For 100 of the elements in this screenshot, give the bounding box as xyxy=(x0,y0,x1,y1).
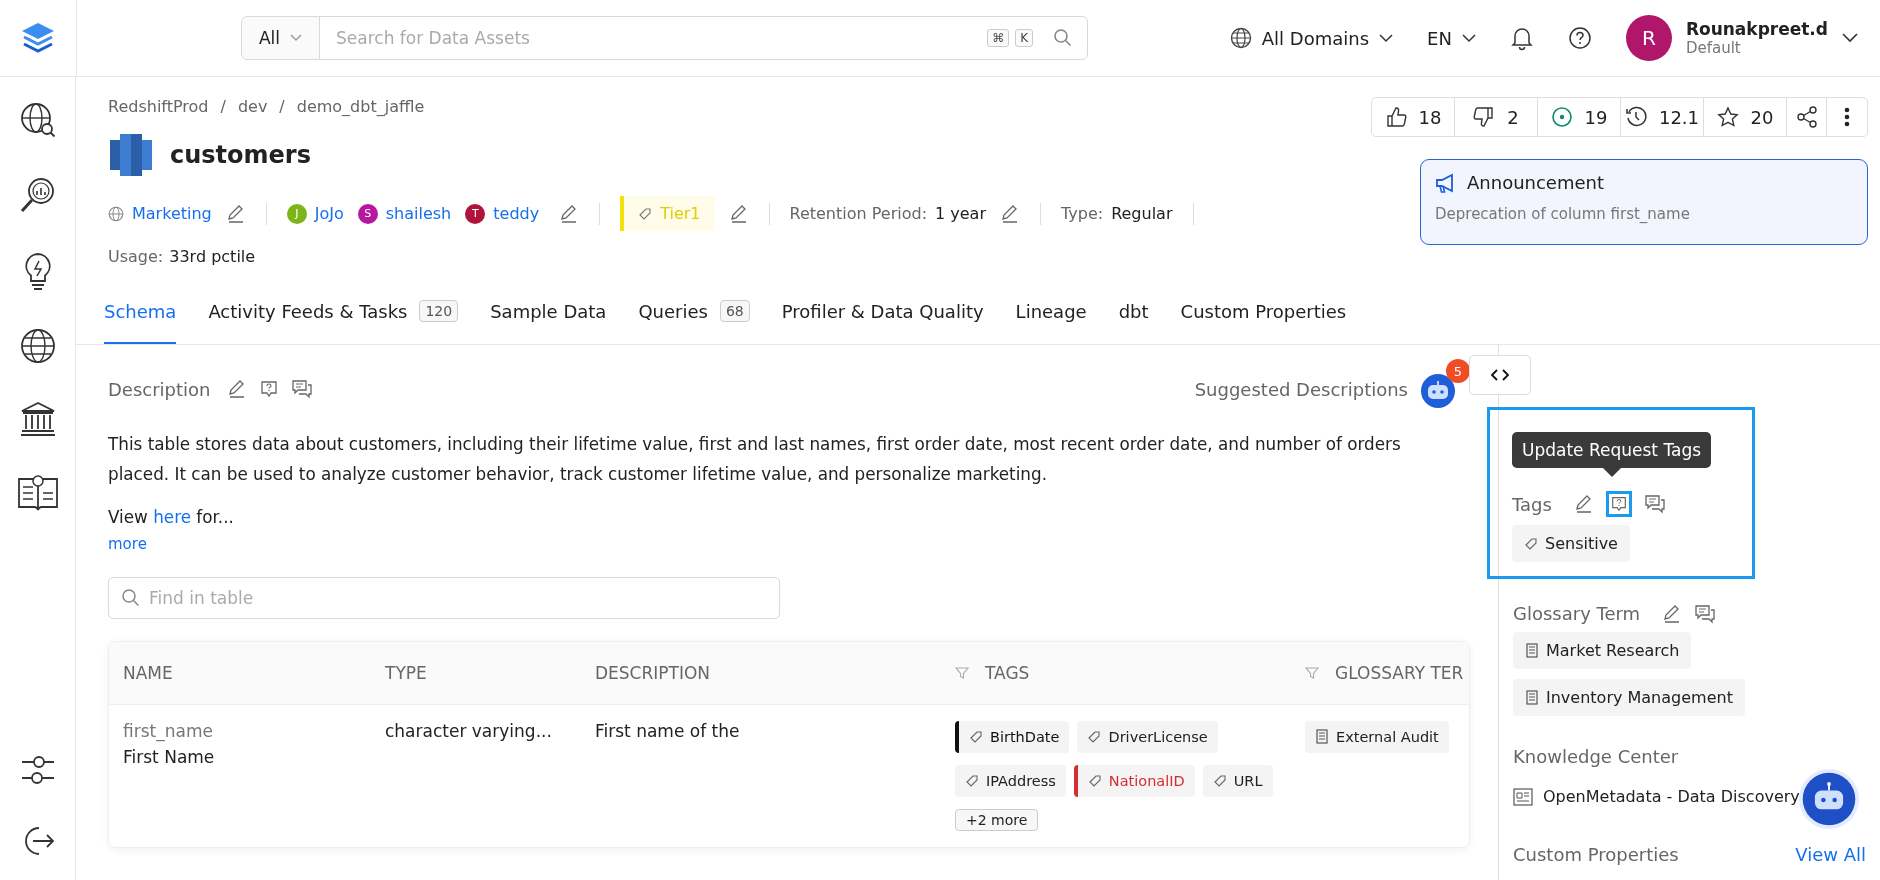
usage-label: Usage: xyxy=(108,247,164,266)
globe-icon[interactable] xyxy=(18,327,57,365)
edit-icon[interactable] xyxy=(1573,494,1594,514)
book-icon xyxy=(1315,729,1329,745)
tab[interactable]: Queries 68 xyxy=(638,280,750,344)
breadcrumb-link[interactable]: dev xyxy=(237,97,268,116)
breadcrumb-link[interactable]: RedshiftProd xyxy=(108,97,209,116)
user-role: Default xyxy=(1685,39,1742,57)
domain-dropdown[interactable]: All Domains xyxy=(1229,27,1394,49)
edit-icon[interactable] xyxy=(226,379,247,399)
search-icon xyxy=(121,588,141,608)
book-icon xyxy=(1525,642,1539,659)
tab[interactable]: Sample Data xyxy=(490,280,607,344)
tab[interactable]: Custom Properties xyxy=(1180,280,1347,344)
request-button[interactable] xyxy=(1605,491,1632,517)
thumbs-up-icon xyxy=(1384,106,1407,128)
robot-icon[interactable] xyxy=(1420,373,1456,409)
retention-value: 1 year xyxy=(935,204,986,223)
tab[interactable]: Schema xyxy=(104,280,177,344)
star-button[interactable]: 20 xyxy=(1704,98,1787,136)
bell-icon[interactable] xyxy=(1509,25,1534,51)
tab[interactable]: Lineage xyxy=(1015,280,1087,344)
tag-chip[interactable]: URL xyxy=(1202,765,1273,797)
edit-icon[interactable] xyxy=(728,203,749,224)
breadcrumb-link[interactable]: demo_dbt_jaffle xyxy=(296,97,425,116)
suggested-descriptions-label[interactable]: Suggested Descriptions xyxy=(1194,378,1408,400)
type-value: Regular xyxy=(1111,204,1173,223)
view-all-link[interactable]: View All xyxy=(1795,844,1866,865)
column-name: first_name xyxy=(123,721,214,741)
glossary-chip[interactable]: Inventory Management xyxy=(1513,679,1745,716)
search-scope-select[interactable]: All xyxy=(242,17,320,59)
tag-chip[interactable]: IPAddress xyxy=(955,765,1066,797)
question-bubble-icon xyxy=(1609,495,1628,513)
owner-link[interactable]: JoJo xyxy=(314,204,344,223)
column-header: TYPE xyxy=(385,663,427,683)
help-icon[interactable] xyxy=(1567,26,1592,50)
tag-icon xyxy=(638,206,653,221)
search-icon[interactable] xyxy=(1053,28,1073,48)
logo-icon[interactable] xyxy=(20,21,56,55)
tab[interactable]: dbt xyxy=(1118,280,1149,344)
comment-icon[interactable] xyxy=(290,379,313,399)
tab[interactable]: Profiler & Data Quality xyxy=(781,280,984,344)
keyboard-key: K xyxy=(1015,29,1033,47)
data-type: character varying... xyxy=(385,721,553,741)
tab[interactable]: Activity Feeds & Tasks 120 xyxy=(208,280,459,344)
edit-icon[interactable] xyxy=(1000,203,1020,224)
edit-icon[interactable] xyxy=(225,203,246,224)
owner-avatar: S xyxy=(357,203,378,224)
globe-search-icon[interactable] xyxy=(18,101,57,139)
glossary-chip[interactable]: External Audit xyxy=(1305,721,1449,753)
star-icon xyxy=(1716,106,1739,128)
follow-button[interactable]: 19 xyxy=(1538,98,1621,136)
kebab-icon xyxy=(1843,106,1851,128)
more-link[interactable]: more xyxy=(108,535,147,553)
tab-count: 68 xyxy=(719,300,750,322)
description-text: This table stores data about customers, including their lifetime value, first and last names, first order date, most recent order date, and number of orders placed. It can be used to analyze customer behavior, track customer lifetime value, and personalize marketing. xyxy=(108,433,1402,486)
globe-icon xyxy=(1229,27,1252,49)
breadcrumb-separator: / xyxy=(220,97,226,116)
glossary-title: Glossary Term xyxy=(1513,603,1641,624)
entity-title: customers xyxy=(170,141,311,169)
comment-icon[interactable] xyxy=(1643,494,1666,514)
tag-chip[interactable]: NationalID xyxy=(1073,765,1195,797)
language-dropdown[interactable]: EN xyxy=(1427,27,1476,49)
here-link[interactable]: here xyxy=(153,507,191,527)
comment-icon[interactable] xyxy=(1694,603,1717,624)
search-input[interactable]: Search for Data Assets xyxy=(334,27,982,49)
glossary-chip[interactable]: Market Research xyxy=(1513,632,1692,669)
article-link[interactable]: OpenMetadata - Data Discovery xyxy=(1513,787,1800,806)
search-bar[interactable]: All Search for Data Assets ⌘ K xyxy=(241,16,1088,60)
tooltip: Update Request Tags xyxy=(1512,432,1712,477)
chatbot-button[interactable] xyxy=(1798,768,1860,830)
like-button[interactable]: 18 xyxy=(1372,98,1455,136)
bank-icon[interactable] xyxy=(18,401,57,437)
table-search-input[interactable]: Find in table xyxy=(147,587,767,609)
column-header: GLOSSARY TER xyxy=(1335,663,1464,683)
knowledge-center-title: Knowledge Center xyxy=(1513,746,1679,767)
tag-chip[interactable]: Sensitive xyxy=(1512,525,1630,562)
caret-icon xyxy=(1379,33,1394,43)
dislike-button[interactable]: 2 xyxy=(1455,98,1538,136)
tag-chip[interactable]: DriverLicense xyxy=(1077,721,1218,753)
owner-link[interactable]: teddy xyxy=(493,204,540,223)
more-tags-button[interactable]: +2 more xyxy=(955,809,1039,831)
code-toggle-button[interactable] xyxy=(1469,355,1531,395)
book-icon[interactable] xyxy=(15,473,60,513)
version-button[interactable]: 12.1 xyxy=(1621,98,1704,136)
custom-properties-title: Custom Properties xyxy=(1513,844,1679,865)
owner-avatar: T xyxy=(465,203,486,224)
column-description: First name of the xyxy=(595,721,741,741)
thumbs-down-icon xyxy=(1473,106,1496,128)
owner-link[interactable]: shailesh xyxy=(385,204,452,223)
column-display-name: First Name xyxy=(123,747,216,767)
announcement-card[interactable]: Announcement Deprecation of column first_name xyxy=(1420,159,1868,245)
column-header: TAGS xyxy=(985,663,1030,683)
request-icon[interactable] xyxy=(258,379,279,399)
user-avatar[interactable]: R xyxy=(1625,15,1672,61)
table-search-bar[interactable]: Find in table xyxy=(108,577,780,619)
tag-chip[interactable]: BirthDate xyxy=(955,721,1070,753)
caret-icon[interactable] xyxy=(1842,33,1858,43)
domain-link[interactable]: Marketing xyxy=(132,204,212,223)
tag-icon xyxy=(1524,536,1538,551)
